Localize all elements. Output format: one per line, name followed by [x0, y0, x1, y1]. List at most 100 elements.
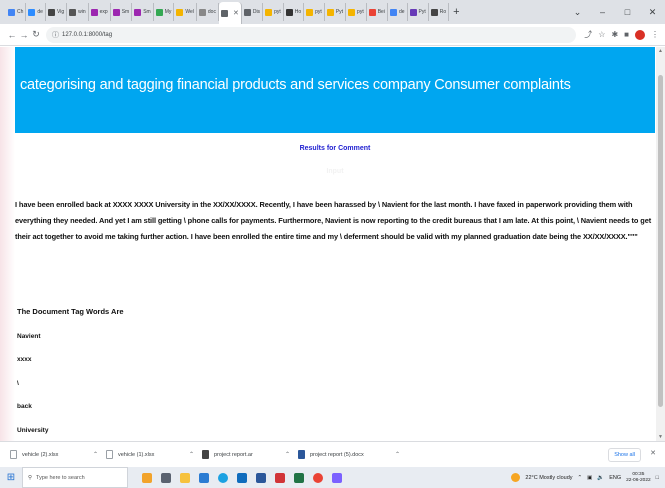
chevron-up-icon[interactable]: ⌃: [189, 451, 194, 458]
share-icon[interactable]: ⤴: [584, 29, 592, 40]
browser-tab[interactable]: Ho: [284, 3, 305, 21]
tab-favicon-icon: [430, 8, 438, 16]
pdf-icon[interactable]: [275, 472, 285, 483]
browser-tab[interactable]: Vig: [46, 3, 68, 21]
widget-icon[interactable]: [142, 472, 152, 483]
bookmark-star-icon[interactable]: ☆: [598, 30, 605, 39]
address-bar[interactable]: ⓘ 127.0.0.1:8000/tag: [46, 26, 577, 43]
address-url: 127.0.0.1:8000/tag: [62, 31, 113, 38]
download-item[interactable]: vehicle (1).xlsx ⌃: [106, 450, 202, 459]
scroll-down-icon[interactable]: ▼: [656, 434, 665, 440]
browser-tab[interactable]: de: [388, 3, 408, 21]
clock-date: 22-06-2022: [626, 477, 651, 483]
chevron-down-icon[interactable]: ⌄: [565, 7, 590, 18]
browser-tab[interactable]: exp: [89, 3, 111, 21]
browser-tab[interactable]: Dis: [242, 3, 264, 21]
taskbar: ⊞ ⚲ Type here to search 22°C Mostly clou…: [0, 467, 665, 488]
tab-favicon-icon: [265, 8, 273, 16]
language-indicator[interactable]: ENG: [609, 475, 621, 481]
browser-tab[interactable]: Pyt: [325, 3, 347, 21]
clock[interactable]: 00:35 22-06-2022: [626, 472, 651, 484]
browser-tab[interactable]: Ro: [429, 3, 450, 21]
browser-tab[interactable]: Wel: [174, 3, 197, 21]
tray-chevron-icon[interactable]: ⌃: [578, 475, 583, 481]
tab-favicon-icon: [243, 8, 251, 16]
browser-tab[interactable]: Ch: [6, 3, 27, 21]
toolbar-actions: ⤴ ☆ ✱ ■ ⋮: [584, 29, 659, 40]
chevron-up-icon[interactable]: ⌃: [395, 451, 400, 458]
back-icon[interactable]: ←: [6, 30, 18, 40]
taskbar-apps: [142, 472, 342, 483]
file-icon: [106, 450, 113, 459]
comment-label: Input: [326, 168, 344, 175]
notifications-icon[interactable]: □: [656, 475, 659, 481]
tab-label: Bei: [377, 9, 385, 15]
chrome-icon[interactable]: [313, 472, 323, 483]
word-file-icon: [298, 450, 305, 459]
download-item[interactable]: project report (5).docx ⌃: [298, 450, 408, 459]
taskbar-search-input[interactable]: ⚲ Type here to search: [22, 467, 128, 488]
download-item-name: vehicle (1).xlsx: [118, 451, 155, 458]
sidebar-icon[interactable]: ■: [624, 30, 629, 39]
browser-tab[interactable]: ✕: [218, 2, 242, 24]
browser-tab[interactable]: pyt: [263, 3, 284, 21]
tab-label: Vig: [56, 9, 65, 15]
close-icon[interactable]: ✕: [650, 449, 656, 457]
browser-tab[interactable]: win: [67, 3, 89, 21]
browser-tab[interactable]: Bei: [367, 3, 388, 21]
browser-tab[interactable]: pyt: [346, 3, 367, 21]
file-icon: [202, 450, 209, 459]
scroll-up-icon[interactable]: ▲: [656, 48, 665, 54]
maximize-icon[interactable]: □: [615, 7, 640, 17]
profile-avatar[interactable]: [635, 29, 645, 40]
volume-icon[interactable]: 🔉: [597, 475, 604, 481]
info-icon[interactable]: ⓘ: [52, 30, 59, 40]
forward-icon[interactable]: →: [18, 30, 30, 40]
tag-word: \: [17, 380, 19, 387]
tab-label: de: [398, 9, 405, 15]
tab-favicon-icon: [155, 8, 163, 16]
show-all-button[interactable]: Show all: [608, 448, 641, 462]
search-placeholder: Type here to search: [36, 474, 85, 481]
chevron-up-icon[interactable]: ⌃: [285, 451, 290, 458]
windows-start-icon[interactable]: ⊞: [0, 472, 22, 483]
new-tab-button[interactable]: +: [453, 6, 459, 18]
page-banner: categorising and tagging financial produ…: [15, 47, 655, 133]
tab-favicon-icon: [306, 8, 314, 16]
browser-tab[interactable]: Sm: [111, 3, 133, 21]
close-icon[interactable]: ✕: [640, 7, 665, 18]
store-icon[interactable]: [199, 472, 209, 483]
page-scrollbar[interactable]: ▲ ▼: [656, 47, 665, 441]
extensions-icon[interactable]: ✱: [611, 30, 618, 39]
system-tray: 22°C Mostly cloudy ⌃ ▣ 🔉 ENG 00:35 22-06…: [511, 467, 665, 488]
browser-tab[interactable]: Pyt: [408, 3, 429, 21]
tab-favicon-icon: [409, 8, 417, 16]
download-item[interactable]: project report.ar ⌃: [202, 450, 298, 459]
download-item[interactable]: vehicle (2).xlsx ⌃: [10, 450, 106, 459]
tab-close-icon[interactable]: ✕: [233, 9, 239, 17]
minimize-icon[interactable]: –: [590, 7, 615, 17]
browser-tab[interactable]: doc: [197, 3, 219, 21]
menu-icon[interactable]: ⋮: [651, 30, 659, 39]
weather-icon[interactable]: [511, 473, 521, 482]
browser-tab[interactable]: My: [154, 3, 175, 21]
browser-tab[interactable]: Sm: [132, 3, 154, 21]
reload-icon[interactable]: ↻: [30, 29, 42, 40]
browser-tab[interactable]: pyt: [304, 3, 325, 21]
scroll-thumb[interactable]: [658, 75, 663, 407]
tab-favicon-icon: [47, 8, 55, 16]
file-explorer-icon[interactable]: [180, 472, 190, 483]
task-view-icon[interactable]: [161, 472, 171, 483]
word-icon[interactable]: [256, 472, 266, 483]
weather-text[interactable]: 22°C Mostly cloudy: [525, 475, 572, 481]
app-icon[interactable]: [332, 472, 342, 483]
tab-favicon-icon: [326, 8, 334, 16]
excel-icon[interactable]: [294, 472, 304, 483]
edge-icon[interactable]: [218, 472, 228, 483]
network-icon[interactable]: ▣: [587, 475, 592, 481]
tab-favicon-icon: [220, 9, 228, 17]
tag-word: xxxx: [17, 356, 32, 363]
mail-icon[interactable]: [237, 472, 247, 483]
chevron-up-icon[interactable]: ⌃: [93, 451, 98, 458]
browser-tab[interactable]: de: [26, 3, 46, 21]
